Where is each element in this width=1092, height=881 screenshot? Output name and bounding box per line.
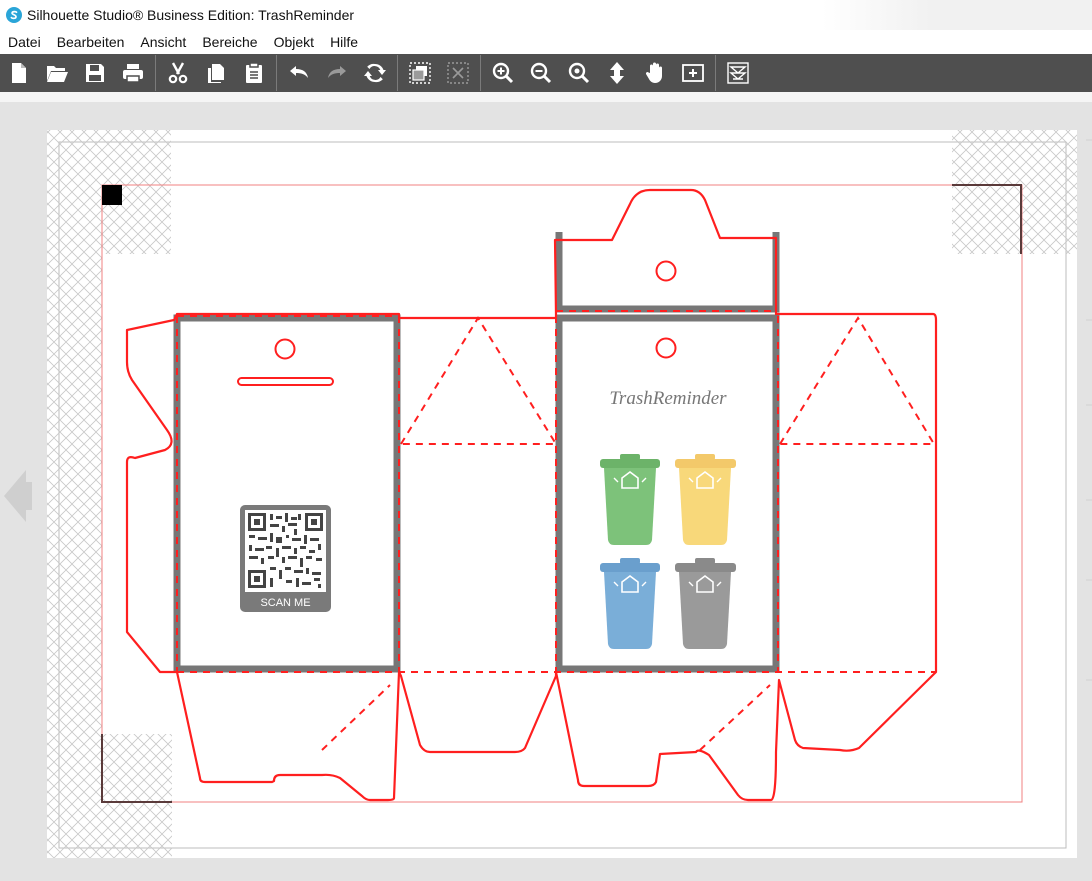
new-file-icon	[12, 63, 26, 83]
registration-square	[102, 185, 122, 205]
group-icon	[409, 62, 431, 84]
print-button[interactable]	[114, 54, 152, 92]
menu-hilfe[interactable]: Hilfe	[322, 30, 366, 54]
qr-label: SCAN ME	[260, 597, 310, 609]
redo-button[interactable]	[318, 54, 356, 92]
no-cut-zone-top-right	[952, 130, 1077, 254]
menu-objekt[interactable]: Objekt	[266, 30, 322, 54]
zoom-fit-button[interactable]	[560, 54, 598, 92]
redo-icon	[328, 66, 346, 78]
qr-code: SCAN ME	[240, 505, 331, 612]
ungroup-button[interactable]	[439, 54, 477, 92]
zoom-out-button[interactable]	[522, 54, 560, 92]
save-icon	[86, 64, 104, 82]
design-workspace[interactable]: SCAN ME TrashReminder	[0, 102, 1092, 881]
group-button[interactable]	[401, 54, 439, 92]
ungroup-icon	[447, 62, 469, 84]
menu-bereiche[interactable]: Bereiche	[194, 30, 265, 54]
toolbar-separator	[480, 55, 481, 91]
pan-vertical-icon	[610, 62, 624, 84]
new-file-button[interactable]	[0, 54, 38, 92]
open-button[interactable]	[38, 54, 76, 92]
toolbar-separator	[155, 55, 156, 91]
window-title: Silhouette Studio® Business Edition: Tra…	[27, 7, 355, 23]
scroll-left-arrow-icon[interactable]	[4, 470, 32, 522]
print-icon	[123, 64, 143, 83]
title-bar-shade	[822, 0, 1092, 30]
menu-bearbeiten[interactable]: Bearbeiten	[49, 30, 133, 54]
cut-button[interactable]	[159, 54, 197, 92]
toolbar-separator	[397, 55, 398, 91]
toolbar-separator	[715, 55, 716, 91]
trash-bin-green	[600, 454, 660, 545]
fit-page-button[interactable]	[674, 54, 712, 92]
save-button[interactable]	[76, 54, 114, 92]
toolbar-underline	[0, 92, 1092, 102]
design-canvas[interactable]: SCAN ME TrashReminder	[0, 102, 1092, 881]
refresh-button[interactable]	[356, 54, 394, 92]
brand-title: TrashReminder	[609, 388, 727, 409]
no-cut-zone-bottom-left	[102, 734, 172, 858]
zoom-out-icon	[530, 62, 552, 84]
menu-ansicht[interactable]: Ansicht	[132, 30, 194, 54]
open-folder-icon	[47, 66, 68, 82]
hand-button[interactable]	[636, 54, 674, 92]
trace-button[interactable]	[719, 54, 757, 92]
no-cut-zone-left	[47, 254, 102, 858]
copy-icon	[208, 64, 224, 83]
hand-icon	[645, 62, 662, 83]
right-ruler	[1086, 139, 1092, 681]
trash-bin-gray	[675, 558, 736, 649]
undo-button[interactable]	[280, 54, 318, 92]
silhouette-logo-icon	[6, 7, 22, 23]
paste-button[interactable]	[235, 54, 273, 92]
fit-page-icon	[682, 64, 704, 82]
cut-icon	[168, 62, 188, 84]
copy-button[interactable]	[197, 54, 235, 92]
pan-vertical-button[interactable]	[598, 54, 636, 92]
undo-icon	[290, 66, 308, 78]
zoom-in-button[interactable]	[484, 54, 522, 92]
menu-datei[interactable]: Datei	[0, 30, 49, 54]
refresh-icon	[364, 63, 386, 83]
menu-bar: Datei Bearbeiten Ansicht Bereiche Objekt…	[0, 30, 1092, 54]
zoom-in-icon	[492, 62, 514, 84]
zoom-fit-icon	[568, 62, 590, 84]
trash-bin-blue	[600, 558, 660, 649]
trash-bin-yellow	[675, 454, 736, 545]
toolbar-separator	[276, 55, 277, 91]
toolbar	[0, 54, 1092, 92]
trace-icon	[727, 62, 749, 84]
title-bar: Silhouette Studio® Business Edition: Tra…	[0, 0, 1092, 30]
paste-icon	[246, 62, 262, 83]
